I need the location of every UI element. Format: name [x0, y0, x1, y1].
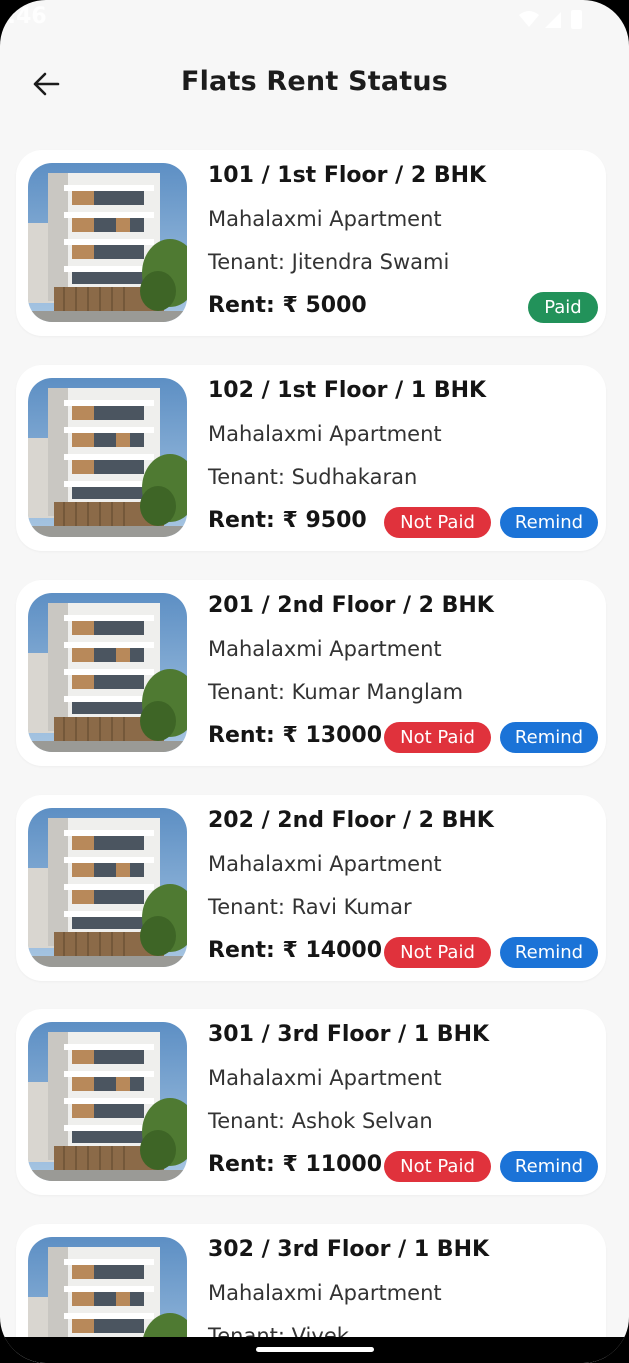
flat-thumbnail: [28, 808, 187, 967]
flat-building-name: Mahalaxmi Apartment: [208, 637, 442, 661]
flat-building-name: Mahalaxmi Apartment: [208, 207, 442, 231]
building-photo: [28, 163, 187, 322]
flat-title: 201 / 2nd Floor / 2 BHK: [208, 593, 494, 618]
flat-card[interactable]: 101 / 1st Floor / 2 BHK Mahalaxmi Apartme…: [16, 150, 606, 336]
flat-building-name: Mahalaxmi Apartment: [208, 852, 442, 876]
page-title: Flats Rent Status: [180, 66, 449, 97]
home-handle[interactable]: [256, 1347, 374, 1352]
flat-tenant: Tenant: Sudhakaran: [208, 465, 418, 489]
status-icons: [519, 10, 582, 29]
flat-card[interactable]: 102 / 1st Floor / 1 BHK Mahalaxmi Apartme…: [16, 365, 606, 551]
flat-rent: Rent: ₹ 11000: [208, 1152, 383, 1177]
flat-rent: Rent: ₹ 14000: [208, 938, 383, 963]
building-photo: [28, 378, 187, 537]
flat-rent: Rent: ₹ 5000: [208, 293, 367, 318]
remind-button[interactable]: Remind: [500, 937, 598, 968]
building-photo: [28, 593, 187, 752]
flat-tenant: Tenant: Jitendra Swami: [208, 250, 450, 274]
flat-thumbnail: [28, 378, 187, 537]
not-paid-badge: Not Paid: [384, 1151, 491, 1182]
flat-tenant: Tenant: Ravi Kumar: [208, 895, 412, 919]
wifi-icon: [519, 11, 539, 27]
remind-button[interactable]: Remind: [500, 507, 598, 538]
flat-tenant: Tenant: Kumar Manglam: [208, 680, 464, 704]
cell-signal-icon: [545, 12, 561, 28]
flat-rent: Rent: ₹ 9500: [208, 508, 367, 533]
app-header: Flats Rent Status: [0, 52, 629, 116]
remind-button[interactable]: Remind: [500, 1151, 598, 1182]
flat-title: 102 / 1st Floor / 1 BHK: [208, 378, 487, 403]
flat-thumbnail: [28, 163, 187, 322]
status-time: 4:46: [0, 4, 47, 29]
flat-thumbnail: [28, 593, 187, 752]
not-paid-badge: Not Paid: [384, 937, 491, 968]
battery-icon: [571, 10, 582, 29]
flat-thumbnail: [28, 1022, 187, 1181]
flat-title: 302 / 3rd Floor / 1 BHK: [208, 1237, 490, 1262]
flat-title: 101 / 1st Floor / 2 BHK: [208, 163, 487, 188]
building-photo: [28, 808, 187, 967]
paid-badge: Paid: [528, 292, 598, 323]
flat-card[interactable]: 201 / 2nd Floor / 2 BHK Mahalaxmi Apartme…: [16, 580, 606, 766]
gesture-nav-bar: [0, 1337, 629, 1363]
flat-title: 202 / 2nd Floor / 2 BHK: [208, 808, 494, 833]
not-paid-badge: Not Paid: [384, 722, 491, 753]
phone-screen: 4:46 Flats Rent Status: [0, 0, 629, 1363]
flat-card[interactable]: 202 / 2nd Floor / 2 BHK Mahalaxmi Apartme…: [16, 795, 606, 981]
flat-title: 301 / 3rd Floor / 1 BHK: [208, 1022, 490, 1047]
remind-button[interactable]: Remind: [500, 722, 598, 753]
status-bar: 4:46: [0, 0, 629, 40]
flat-building-name: Mahalaxmi Apartment: [208, 1066, 442, 1090]
flat-rent: Rent: ₹ 13000: [208, 723, 383, 748]
not-paid-badge: Not Paid: [384, 507, 491, 538]
flat-card[interactable]: 301 / 3rd Floor / 1 BHK Mahalaxmi Apartme…: [16, 1009, 606, 1195]
flat-tenant: Tenant: Ashok Selvan: [208, 1109, 433, 1133]
building-photo: [28, 1022, 187, 1181]
flat-building-name: Mahalaxmi Apartment: [208, 1281, 442, 1305]
flat-building-name: Mahalaxmi Apartment: [208, 422, 442, 446]
